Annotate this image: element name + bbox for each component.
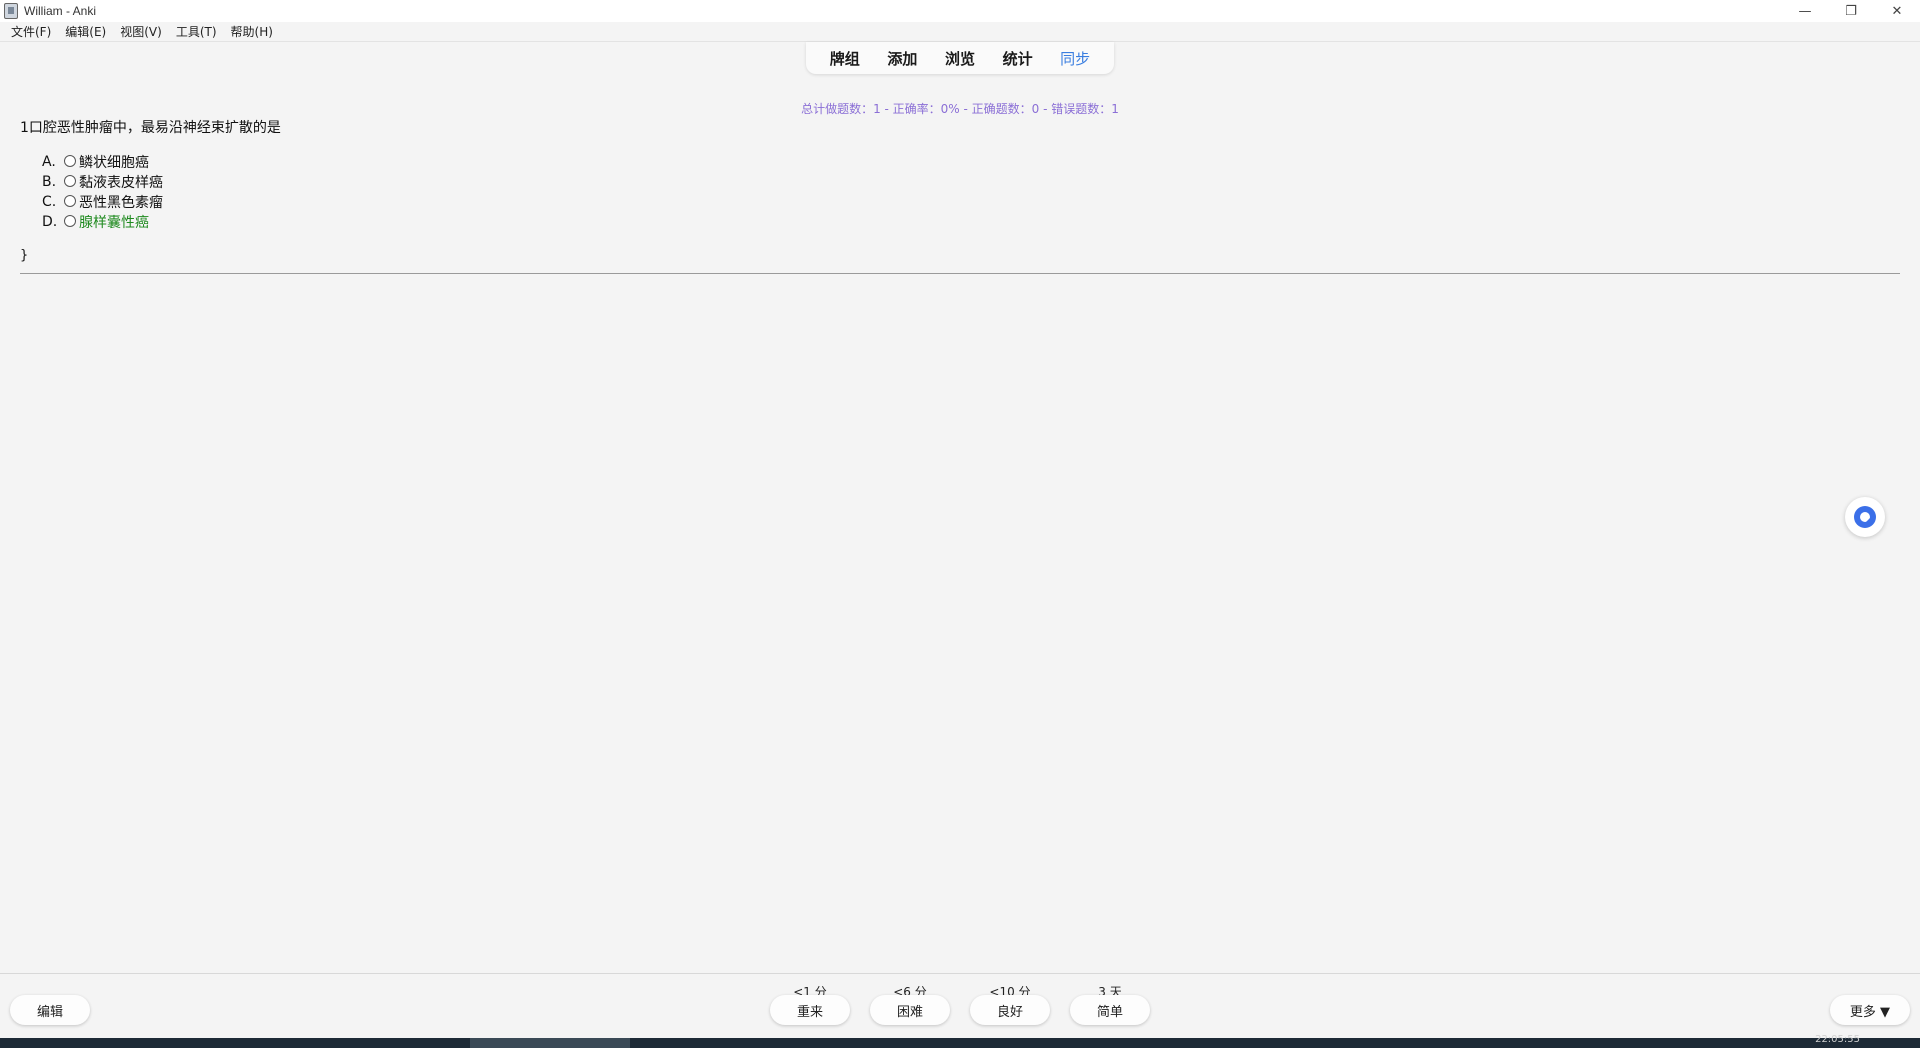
menu-help[interactable]: 帮助(H) — [224, 23, 280, 40]
trailing-brace: } — [20, 248, 29, 263]
menu-file[interactable]: 文件(F) — [4, 23, 58, 40]
option-b[interactable]: B. 黏液表皮样癌 — [42, 172, 163, 192]
toolbar-browse[interactable]: 浏览 — [945, 48, 975, 69]
hard-button[interactable]: 困难 — [870, 995, 950, 1025]
option-letter: C. — [42, 194, 57, 210]
toolbar-stats[interactable]: 统计 — [1003, 48, 1033, 69]
option-text: 黏液表皮样癌 — [79, 175, 163, 191]
option-text-correct: 腺样囊性癌 — [79, 215, 149, 231]
taskbar-clock: 22:05:55 — [1815, 1034, 1860, 1045]
answer-options: A. 鳞状细胞癌 B. 黏液表皮样癌 C. 恶性黑色素瘤 D. 腺样囊性癌 — [42, 152, 163, 232]
menu-edit[interactable]: 编辑(E) — [58, 23, 113, 40]
radio-icon[interactable] — [64, 214, 76, 227]
assistant-icon — [1854, 506, 1876, 528]
option-d[interactable]: D. 腺样囊性癌 — [42, 212, 163, 232]
os-taskbar: 22:05:55 — [0, 1034, 1920, 1048]
option-c[interactable]: C. 恶性黑色素瘤 — [42, 192, 163, 212]
option-a[interactable]: A. 鳞状细胞癌 — [42, 152, 163, 172]
edit-button[interactable]: 编辑 — [10, 995, 90, 1025]
restore-button[interactable]: ❐ — [1828, 0, 1874, 22]
again-button[interactable]: 重来 — [770, 995, 850, 1025]
option-text: 恶性黑色素瘤 — [79, 195, 163, 211]
toolbar-decks[interactable]: 牌组 — [830, 48, 860, 69]
bottom-bar: 编辑 <1 分 <6 分 <10 分 3 天 重来 困难 良好 简单 更多 ▼ — [0, 973, 1920, 1038]
option-letter: D. — [42, 214, 58, 230]
close-button[interactable]: ✕ — [1874, 0, 1920, 22]
window-controls: — ❐ ✕ — [1782, 0, 1920, 22]
easy-button[interactable]: 简单 — [1070, 995, 1150, 1025]
menu-view[interactable]: 视图(V) — [113, 23, 169, 40]
more-button[interactable]: 更多 ▼ — [1830, 995, 1910, 1025]
toolbar-add[interactable]: 添加 — [887, 48, 917, 69]
radio-icon[interactable] — [64, 154, 76, 167]
card-question: 1口腔恶性肿瘤中，最易沿神经束扩散的是 — [20, 120, 281, 136]
window-title: William - Anki — [24, 4, 97, 18]
floating-assistant-button[interactable] — [1845, 497, 1885, 537]
option-letter: A. — [42, 154, 56, 170]
review-stats: 总计做题数：1 - 正确率：0% - 正确题数：0 - 错误题数：1 — [801, 102, 1119, 116]
anki-app-icon — [4, 3, 18, 19]
option-letter: B. — [42, 174, 57, 190]
main-toolbar: 牌组 添加 浏览 统计 同步 — [806, 42, 1114, 74]
answer-divider — [20, 273, 1900, 274]
minimize-button[interactable]: — — [1782, 0, 1828, 22]
menu-bar: 文件(F) 编辑(E) 视图(V) 工具(T) 帮助(H) — [0, 22, 1920, 42]
title-bar: William - Anki — ❐ ✕ — [0, 0, 1920, 22]
radio-icon[interactable] — [64, 194, 76, 207]
menu-tools[interactable]: 工具(T) — [169, 23, 224, 40]
good-button[interactable]: 良好 — [970, 995, 1050, 1025]
taskbar-active-app[interactable] — [470, 1038, 630, 1048]
option-text: 鳞状细胞癌 — [79, 155, 149, 171]
radio-icon[interactable] — [64, 174, 76, 187]
toolbar-sync[interactable]: 同步 — [1060, 48, 1090, 69]
